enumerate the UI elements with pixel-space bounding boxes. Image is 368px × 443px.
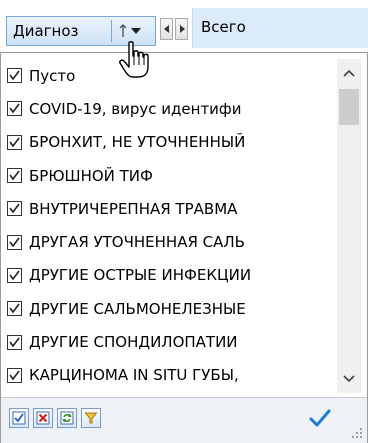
field-chip-label: Диагноз xyxy=(13,22,79,40)
sort-filter-button[interactable] xyxy=(115,19,151,43)
popup-footer xyxy=(1,397,367,443)
checkmark-icon xyxy=(9,70,20,81)
checkmark-icon xyxy=(9,137,20,148)
filter-icon xyxy=(84,412,98,424)
vertical-scrollbar[interactable] xyxy=(337,59,361,393)
list-item-label: COVID-19, вирус идентифи xyxy=(29,99,242,118)
checkbox[interactable] xyxy=(7,301,22,317)
checkmark-icon xyxy=(9,370,20,381)
list-item[interactable]: БРЮШНОЙ ТИФ xyxy=(5,159,333,192)
scroll-down-button[interactable] xyxy=(337,367,361,391)
scrollbar-thumb[interactable] xyxy=(339,89,359,125)
checkmark-icon xyxy=(9,203,20,214)
list-item[interactable]: Пусто xyxy=(5,59,333,92)
sort-dropdown-icon xyxy=(119,24,141,37)
checkbox[interactable] xyxy=(7,334,22,350)
list-item[interactable]: ДРУГИЕ САЛЬМОНЕЛЕЗНЫЕ xyxy=(5,292,333,325)
checkmark-icon xyxy=(9,303,20,314)
checkbox[interactable] xyxy=(7,201,22,217)
chevron-down-icon xyxy=(343,375,355,383)
uncheck-all-button[interactable] xyxy=(33,408,53,428)
column-nav-arrows xyxy=(160,18,188,42)
pivot-header: Диагноз Всего xyxy=(0,0,368,52)
scroll-right-button[interactable] xyxy=(175,18,188,40)
checkbox[interactable] xyxy=(7,267,22,283)
list-item[interactable]: ДРУГИЕ ОСТРЫЕ ИНФЕКЦИИ xyxy=(5,259,333,292)
list-item[interactable]: COVID-19, вирус идентифи xyxy=(5,92,333,125)
check-all-icon xyxy=(12,411,26,425)
list-item-label: ВНУТРИЧЕРЕПНАЯ ТРАВМА xyxy=(29,199,238,218)
checkmark-icon xyxy=(309,409,331,427)
list-item[interactable]: КАРЦИНОМА IN SITU ГУБЫ, xyxy=(5,359,333,392)
checkbox[interactable] xyxy=(7,101,22,117)
list-item[interactable]: ДРУГИЕ СПОНДИЛОПАТИИ xyxy=(5,325,333,358)
list-item-label: ДРУГАЯ УТОЧНЕННАЯ САЛЬ xyxy=(29,233,245,252)
invert-selection-button[interactable] xyxy=(57,408,77,428)
total-column-label: Всего xyxy=(201,18,246,36)
arrow-left-icon xyxy=(163,25,169,33)
list-item-label: Пусто xyxy=(29,66,76,85)
checkmark-icon xyxy=(9,337,20,347)
total-column-header[interactable]: Всего xyxy=(192,8,368,48)
filter-button[interactable] xyxy=(81,408,101,428)
list-item-label: ДРУГИЕ ОСТРЫЕ ИНФЕКЦИИ xyxy=(29,266,252,285)
list-item[interactable]: ВНУТРИЧЕРЕПНАЯ ТРАВМА xyxy=(5,192,333,225)
checkbox[interactable] xyxy=(7,68,22,84)
list-item-label: ДРУГИЕ СПОНДИЛОПАТИИ xyxy=(29,333,238,352)
checkbox[interactable] xyxy=(7,168,22,184)
chip-separator xyxy=(111,20,112,42)
checkbox[interactable] xyxy=(7,367,22,383)
check-all-button[interactable] xyxy=(9,408,29,428)
uncheck-all-icon xyxy=(36,411,50,425)
apply-ok-button[interactable] xyxy=(307,406,333,430)
scroll-left-button[interactable] xyxy=(160,18,173,40)
checkbox[interactable] xyxy=(7,234,22,250)
invert-selection-icon xyxy=(60,411,74,425)
checkmark-icon xyxy=(9,103,20,114)
scroll-up-button[interactable] xyxy=(337,61,361,85)
field-chip-diagnosis[interactable]: Диагноз xyxy=(6,16,156,46)
filter-popup: Пусто COVID-19, вирус идентифи БРОНХИТ, … xyxy=(0,52,368,443)
list-item[interactable]: ДРУГАЯ УТОЧНЕННАЯ САЛЬ xyxy=(5,225,333,258)
checkbox[interactable] xyxy=(7,134,22,150)
checkmark-icon xyxy=(9,170,20,181)
checkmark-icon xyxy=(9,237,20,247)
arrow-right-icon xyxy=(179,25,185,33)
chevron-up-icon xyxy=(343,69,355,77)
list-item-label: ДРУГИЕ САЛЬМОНЕЛЕЗНЫЕ xyxy=(29,299,246,318)
list-item-label: КАРЦИНОМА IN SITU ГУБЫ, xyxy=(29,366,239,385)
list-item[interactable]: БРОНХИТ, НЕ УТОЧНЕННЫЙ xyxy=(5,126,333,159)
checkmark-icon xyxy=(9,270,20,281)
resize-grip-icon[interactable] xyxy=(351,427,363,439)
filter-value-list: Пусто COVID-19, вирус идентифи БРОНХИТ, … xyxy=(5,59,333,393)
list-item-label: БРЮШНОЙ ТИФ xyxy=(29,166,153,185)
list-item-label: БРОНХИТ, НЕ УТОЧНЕННЫЙ xyxy=(29,133,246,152)
